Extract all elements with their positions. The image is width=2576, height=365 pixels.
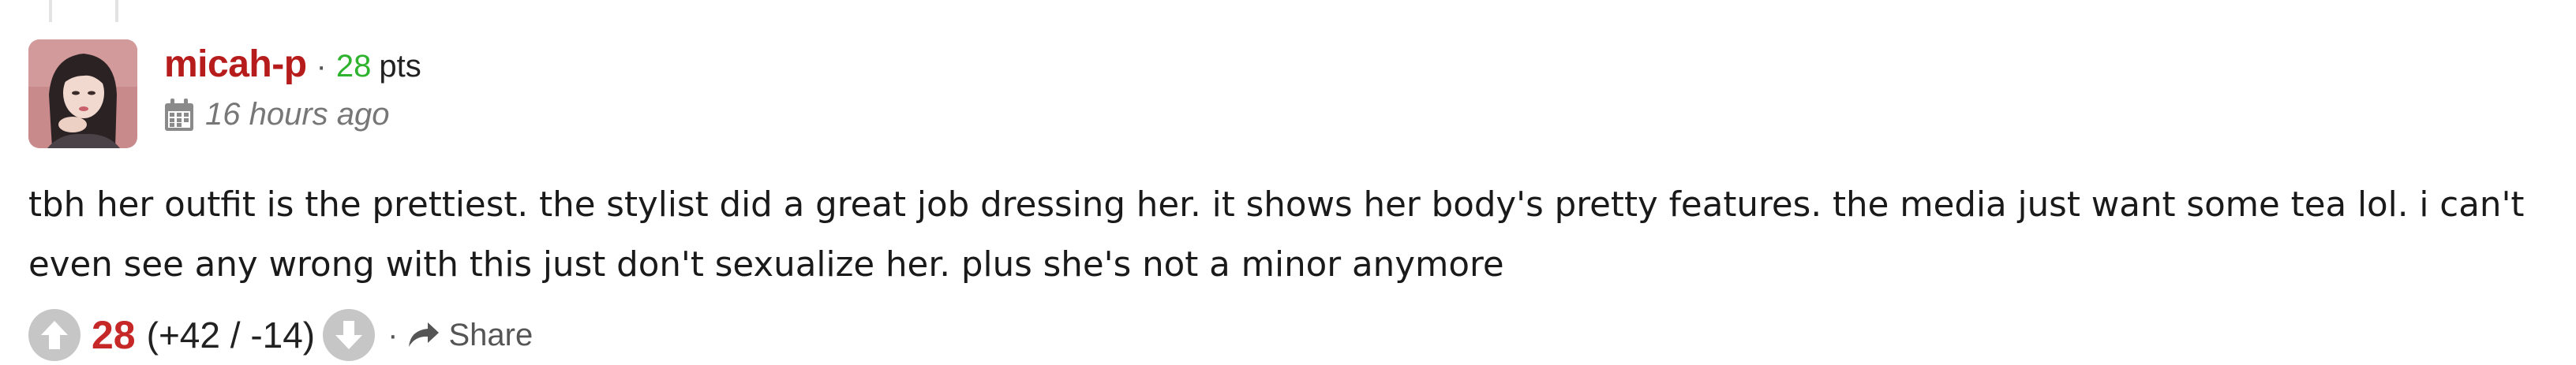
avatar[interactable] [28, 39, 137, 148]
meta-separator: · [316, 49, 327, 84]
comment-score: 28 [92, 313, 136, 357]
calendar-icon [165, 98, 193, 131]
comment-body: tbh her outfit is the prettiest. the sty… [28, 185, 2525, 285]
comment-meta: micah-p · 28 pts 16 hours ago [164, 39, 421, 132]
user-points: 28 [335, 49, 372, 84]
share-button[interactable]: Share [407, 318, 533, 353]
arrow-up-circle-icon [41, 321, 68, 349]
upvote-button[interactable] [28, 309, 80, 361]
action-separator: · [388, 317, 399, 352]
thread-guide-line-right [115, 0, 118, 22]
thread-guide-line-left [49, 0, 52, 22]
comment-timestamp: 16 hours ago [205, 97, 390, 132]
downvote-button[interactable] [323, 309, 376, 361]
vote-breakdown: (+42 / -14) [146, 315, 316, 356]
arrow-down-circle-icon [335, 321, 363, 349]
comment-actions: 28 (+42 / -14) · Share [28, 309, 2554, 361]
timestamp-line: 16 hours ago [164, 97, 421, 132]
points-label: pts [379, 49, 421, 84]
comment: micah-p · 28 pts 16 hours ago tbh her ou… [28, 39, 2554, 361]
username-link[interactable]: micah-p [164, 43, 307, 86]
share-arrow-icon [409, 322, 440, 347]
author-line: micah-p · 28 pts [164, 43, 421, 86]
comment-header: micah-p · 28 pts 16 hours ago [28, 39, 2554, 148]
share-label: Share [448, 317, 534, 352]
